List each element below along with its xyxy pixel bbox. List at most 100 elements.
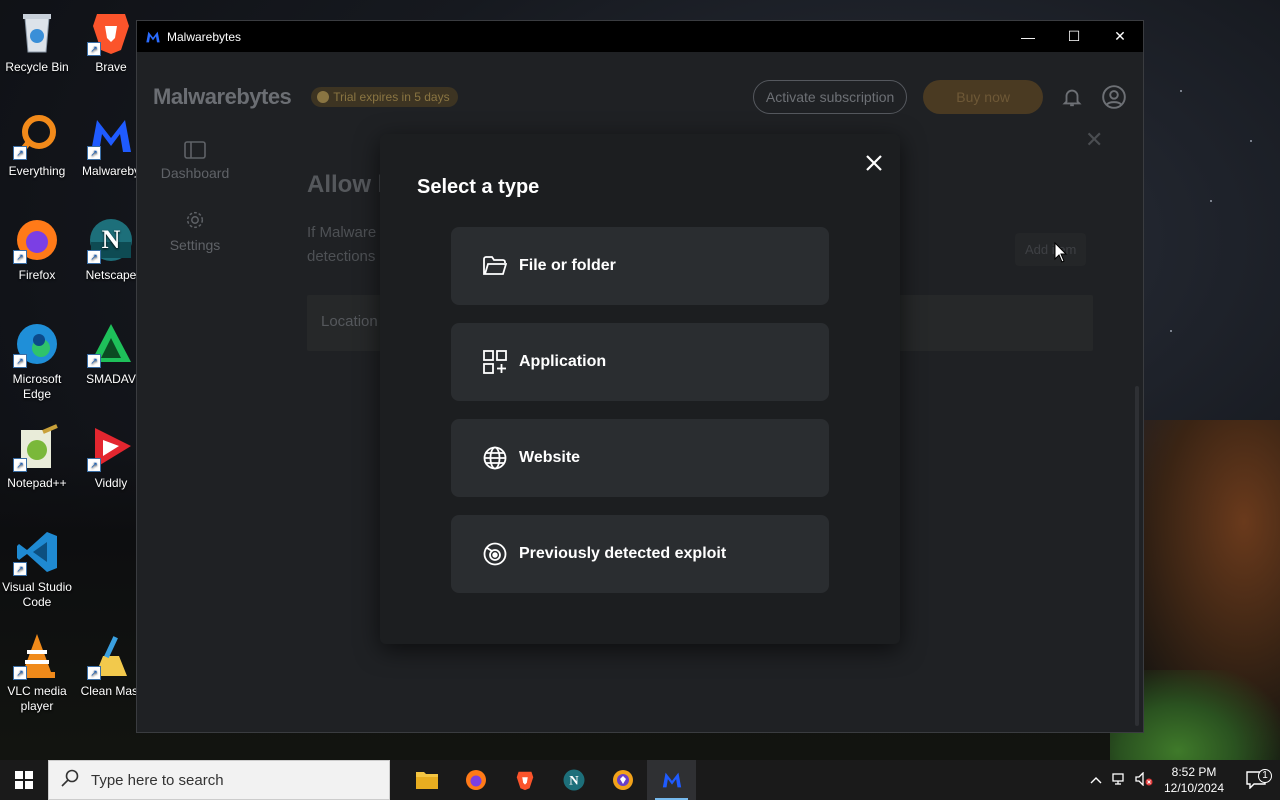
privacy-browser-icon — [612, 770, 633, 790]
desktop-icon-recycle-bin[interactable]: Recycle Bin — [0, 8, 74, 75]
close-window-button[interactable]: ✕ — [1097, 21, 1143, 52]
page-description: If Malware detections — [307, 221, 384, 269]
scrollbar[interactable] — [1135, 386, 1139, 726]
brave-icon: ↗ — [87, 8, 135, 56]
window-titlebar[interactable]: Malwarebytes — ☐ ✕ — [137, 21, 1143, 52]
windows-start-icon[interactable] — [0, 760, 48, 800]
option-website[interactable]: Website — [451, 419, 829, 497]
activate-subscription-button[interactable]: Activate subscription — [752, 80, 908, 114]
everything-search-icon: ↗ — [13, 112, 61, 160]
option-label: Website — [519, 449, 581, 466]
folder-icon — [483, 254, 507, 278]
side-navigation: Dashboard Settings — [137, 131, 253, 275]
volume-muted-icon[interactable] — [1132, 770, 1156, 789]
gear-icon — [137, 203, 253, 231]
malwarebytes-icon: ↗ — [87, 112, 135, 160]
description-line: detections — [307, 248, 376, 265]
nav-settings[interactable]: Settings — [137, 203, 253, 253]
taskbar-clock[interactable]: 8:52 PM 12/10/2024 — [1156, 764, 1232, 796]
page-title: Allow l — [307, 171, 385, 198]
network-icon[interactable] — [1108, 772, 1132, 789]
taskbar-firefox[interactable] — [451, 760, 500, 800]
malwarebytes-logo-icon — [145, 29, 161, 45]
notepadpp-icon: ↗ — [13, 424, 61, 472]
taskbar-file-explorer[interactable] — [402, 760, 451, 800]
minimize-button[interactable]: — — [1005, 21, 1051, 52]
application-icon — [483, 350, 507, 374]
option-file-or-folder[interactable]: File or folder — [451, 227, 829, 305]
clock-time: 8:52 PM — [1171, 765, 1217, 779]
system-tray: 8:52 PM 12/10/2024 1 — [1084, 760, 1280, 800]
taskbar-privacy-browser[interactable] — [598, 760, 647, 800]
firefox-icon: ↗ — [13, 216, 61, 264]
recycle-bin-icon — [13, 8, 61, 56]
taskbar-netscape[interactable]: N — [549, 760, 598, 800]
option-previously-detected-exploit[interactable]: Previously detected exploit — [451, 515, 829, 593]
taskbar-brave[interactable] — [500, 760, 549, 800]
option-label: File or folder — [519, 257, 616, 274]
brand-logo: Malwarebytes — [153, 84, 292, 109]
dashboard-icon — [137, 131, 253, 159]
option-label: Application — [519, 353, 607, 370]
taskbar: Type here to search N 8:52 PM 12/10/2024… — [0, 760, 1280, 800]
search-placeholder: Type here to search — [91, 771, 224, 789]
chevron-up-icon[interactable] — [1084, 773, 1108, 787]
file-explorer-icon — [415, 772, 438, 789]
add-item-button[interactable]: Add item — [1015, 233, 1087, 266]
maximize-button[interactable]: ☐ — [1051, 21, 1097, 52]
viddly-icon: ↗ — [87, 424, 135, 472]
window-title: Malwarebytes — [167, 29, 242, 44]
desktop-icon-firefox[interactable]: ↗ Firefox — [0, 216, 74, 283]
exploit-icon — [483, 542, 507, 566]
buy-now-button[interactable]: Buy now — [923, 80, 1043, 114]
trial-badge: Trial expires in 5 days — [311, 87, 458, 107]
smadav-icon: ↗ — [87, 320, 135, 368]
svg-text:N: N — [569, 773, 579, 788]
nav-dashboard[interactable]: Dashboard — [137, 131, 253, 181]
firefox-icon — [465, 770, 486, 790]
clock-icon — [317, 91, 330, 103]
allow-list-page: Allow l If Malware detections — [307, 171, 384, 269]
brave-icon — [516, 771, 533, 791]
option-application[interactable]: Application — [451, 323, 829, 401]
bell-icon[interactable] — [1059, 84, 1085, 110]
notification-center-icon[interactable]: 1 — [1232, 769, 1280, 789]
desktop-icon-label: Notepad++ — [7, 476, 67, 490]
desktop-icon-everything[interactable]: ↗ Everything — [0, 112, 74, 179]
vscode-icon: ↗ — [13, 528, 61, 576]
clean-master-icon: ↗ — [87, 632, 135, 680]
desktop-icon-label: Everything — [8, 164, 66, 178]
option-label: Previously detected exploit — [519, 545, 727, 562]
app-header: Malwarebytes Trial expires in 5 days Act… — [137, 52, 1143, 142]
netscape-icon: N ↗ — [87, 216, 135, 264]
desktop-icon-vscode[interactable]: ↗ Visual Studio Code — [0, 528, 74, 610]
desktop-icon-edge[interactable]: ↗ Microsoft Edge — [0, 320, 74, 402]
malwarebytes-icon — [662, 772, 681, 788]
desktop-icon-label: VLC media player — [7, 684, 67, 713]
mouse-cursor-icon — [1054, 241, 1068, 269]
account-icon[interactable] — [1101, 84, 1127, 110]
select-type-dialog: Select a type File or folder Application… — [380, 134, 900, 644]
globe-icon — [483, 446, 507, 470]
netscape-icon: N — [563, 769, 584, 791]
description-line: If Malware — [307, 224, 377, 241]
desktop-icon-vlc[interactable]: ↗ VLC media player — [0, 632, 74, 714]
close-page-icon[interactable]: ✕ — [1085, 127, 1103, 153]
taskbar-malwarebytes[interactable] — [647, 760, 696, 800]
desktop-icon-label: Recycle Bin — [5, 60, 69, 74]
desktop-icon-label: Microsoft Edge — [12, 372, 62, 401]
desktop-icon-label: Visual Studio Code — [2, 580, 72, 609]
dialog-title: Select a type — [417, 176, 540, 198]
nav-dashboard-label: Dashboard — [160, 165, 230, 181]
close-icon[interactable] — [862, 151, 886, 175]
taskbar-search-box[interactable]: Type here to search — [48, 760, 390, 800]
notification-count-badge: 1 — [1258, 769, 1272, 783]
search-icon — [61, 769, 79, 791]
trial-text: Trial expires in 5 days — [333, 90, 450, 104]
desktop-icon-notepadpp[interactable]: ↗ Notepad++ — [0, 424, 74, 491]
svg-text:N: N — [102, 225, 121, 254]
edge-icon: ↗ — [13, 320, 61, 368]
location-column-header: Location — [321, 313, 378, 330]
desktop-icon-label: Firefox — [18, 268, 56, 282]
nav-settings-label: Settings — [169, 237, 221, 253]
